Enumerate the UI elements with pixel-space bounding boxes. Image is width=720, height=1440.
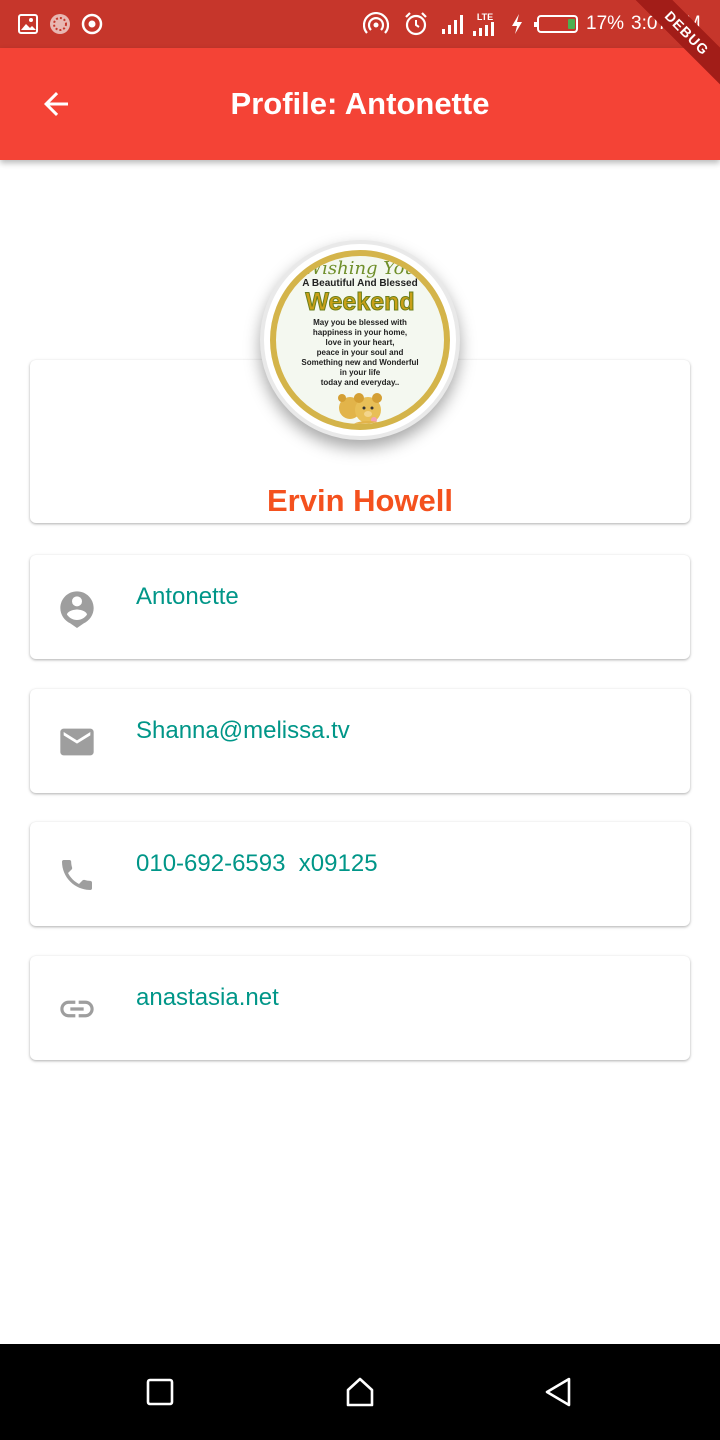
website-text: anastasia.net [136,984,279,1011]
app-icon [48,12,72,36]
home-button[interactable] [340,1372,380,1412]
back-button[interactable] [28,76,84,132]
avatar-body-line: in your life [339,368,381,377]
avatar-body: May you be blessed with happiness in you… [276,318,444,388]
alarm-icon [402,12,430,36]
recents-button[interactable] [140,1372,180,1412]
battery-percent: 17% [586,13,625,34]
app-bar: Profile: Antonette [0,48,720,160]
gallery-icon [16,12,40,36]
page-title: Profile: Antonette [230,86,490,121]
email-text: Shanna@melissa.tv [136,717,350,744]
recents-square-icon[interactable] [145,1377,175,1407]
record-icon [80,12,104,36]
avatar-body-line: Something new and Wonderful [301,358,419,367]
link-icon [56,988,98,1030]
avatar-line3: Weekend [305,288,415,317]
profile-name: Ervin Howell [266,483,454,518]
phone-card[interactable]: 010-692-6593 x09125 [30,822,690,926]
website-card[interactable]: anastasia.net [30,956,690,1060]
email-card[interactable]: Shanna@melissa.tv [30,689,690,793]
system-back-button[interactable] [538,1372,578,1412]
charging-icon [508,12,526,36]
teddy-bear-icon [338,393,383,424]
phone-text: 010-692-6593 x09125 [136,850,378,877]
home-icon[interactable] [343,1375,377,1409]
avatar-image: Wishing You A Beautiful And Blessed Week… [270,250,450,430]
lte-label: LTE [476,11,494,22]
avatar-line1: Wishing You [303,258,417,279]
signal-icon [440,12,466,36]
email-icon [56,721,98,763]
system-nav-bar [0,1344,720,1440]
lte-signal-icon: LTE [470,12,500,36]
status-bar: LTE 17% 3:07 AM [0,0,720,48]
avatar: Wishing You A Beautiful And Blessed Week… [260,240,460,440]
hotspot-icon [362,12,390,36]
battery-icon [532,12,580,36]
back-triangle-icon[interactable] [542,1375,574,1409]
avatar-body-line: happiness in your home, [312,328,408,337]
username-text: Antonette [136,583,239,610]
phone-icon [56,854,98,896]
avatar-body-line: love in your heart, [325,338,395,347]
avatar-body-line: peace in your soul and [316,348,404,357]
back-arrow-icon[interactable] [38,86,74,122]
account-icon [56,587,98,629]
avatar-body-line: May you be blessed with [313,318,407,327]
username-card[interactable]: Antonette [30,555,690,659]
